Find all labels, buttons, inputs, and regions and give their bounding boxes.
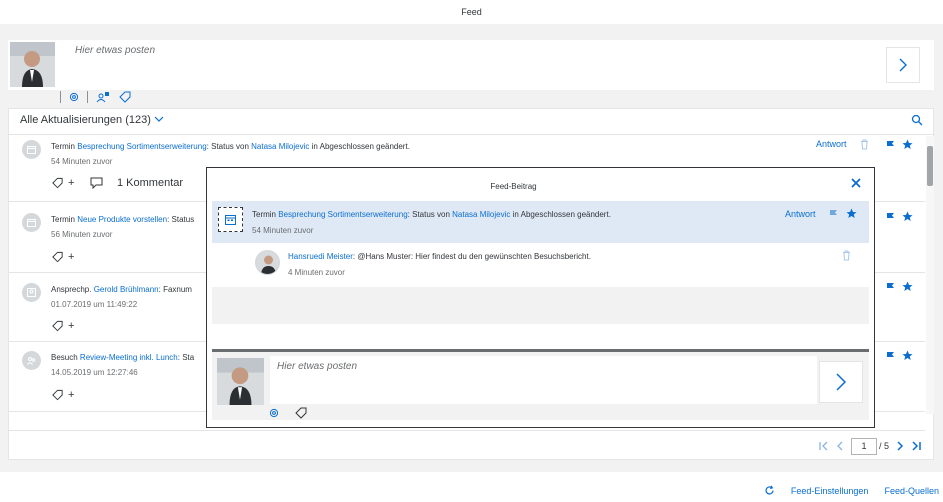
flag-icon[interactable] (886, 212, 895, 222)
feed-item-time: 14.05.2019 um 12:27:46 (51, 368, 138, 377)
refresh-icon[interactable] (764, 485, 775, 496)
avatar (10, 42, 55, 87)
tag-icon (52, 251, 63, 263)
flag-icon[interactable] (829, 209, 838, 219)
divider (9, 430, 925, 431)
feed-item-text: Termin Besprechung Sortimentserweiterung… (51, 142, 410, 151)
comment-author-link[interactable]: Hansruedi Meister (288, 252, 353, 261)
delete-icon[interactable] (860, 139, 869, 150)
feed-item-subject-link[interactable]: Besprechung Sortimentserweiterung (77, 142, 206, 151)
feed-sources-link[interactable]: Feed-Quellen (884, 486, 939, 496)
tag-icon (52, 320, 63, 332)
add-tag-button[interactable]: + (51, 320, 74, 332)
dialog-post-text: Termin Besprechung Sortimentserweiterung… (252, 210, 611, 219)
reply-link[interactable]: Antwort (816, 139, 847, 149)
dialog-post (212, 201, 869, 243)
tag-icon[interactable] (294, 407, 308, 419)
appointment-icon (22, 140, 41, 159)
previous-page-icon[interactable] (836, 441, 843, 451)
feed-filter-label: Alle Aktualisierungen (20, 114, 123, 126)
avatar (255, 250, 280, 275)
flag-icon[interactable] (886, 282, 895, 292)
dialog-comment-text: Hansruedi Meister: @Hans Muster: Hier fi… (288, 252, 591, 261)
appointment-icon (22, 213, 41, 232)
dialog-title: Feed-Beitrag (490, 182, 537, 191)
star-icon[interactable] (902, 139, 913, 150)
add-tag-button[interactable]: + (51, 251, 74, 263)
page-total: / 5 (878, 441, 889, 451)
page-number-input[interactable]: 1 (850, 437, 877, 455)
feed-item-subject-link[interactable]: Neue Produkte vorstellen (77, 215, 167, 224)
feed-item-time: 01.07.2019 um 11:49:22 (51, 300, 138, 309)
dialog-input-placeholder: Hier etwas posten (277, 361, 358, 372)
add-tag-button[interactable]: + (51, 389, 74, 401)
tag-icon (52, 389, 63, 401)
dialog-comment-time: 4 Minuten zuvor (288, 268, 345, 277)
delete-icon[interactable] (842, 250, 851, 261)
dialog-spacer (212, 287, 869, 324)
chevron-down-icon[interactable] (154, 115, 164, 123)
feed-item-person-link[interactable]: Natasa Milojevic (251, 142, 309, 151)
tag-icon (52, 177, 63, 189)
close-icon[interactable] (851, 178, 861, 188)
flag-icon[interactable] (886, 351, 895, 361)
feed-item-time: 56 Minuten zuvor (51, 230, 113, 239)
chevron-right-icon (899, 58, 907, 72)
page-title: Feed (461, 7, 482, 17)
composer-toolbar (60, 89, 132, 105)
avatar (217, 358, 264, 405)
feed-filter-dropdown[interactable]: Alle Aktualisierungen (123) (20, 114, 151, 126)
star-icon[interactable] (846, 208, 857, 219)
tag-icon[interactable] (118, 91, 132, 103)
dialog-reply-link[interactable]: Antwort (785, 209, 816, 219)
add-tag-button[interactable]: + (51, 177, 74, 189)
dialog-comment (212, 243, 869, 287)
next-page-icon[interactable] (897, 441, 904, 451)
last-page-icon[interactable] (912, 441, 921, 451)
visibility-icon[interactable] (96, 91, 110, 103)
star-icon[interactable] (902, 281, 913, 292)
appointment-icon (218, 207, 243, 232)
feed-item-text: Besuch Review-Meeting inkl. Lunch: Sta (51, 353, 195, 362)
pagination: 1 / 5 (819, 437, 921, 455)
star-icon[interactable] (902, 211, 913, 222)
send-button[interactable] (886, 47, 920, 83)
feed-item-text: Termin Neue Produkte vorstellen: Status (51, 215, 195, 224)
star-icon[interactable] (902, 350, 913, 361)
search-icon[interactable] (911, 114, 923, 126)
chevron-right-icon (836, 373, 847, 391)
dialog-post-subject-link[interactable]: Besprechung Sortimentserweiterung (278, 210, 407, 219)
comment-icon (90, 177, 103, 189)
scrollbar-thumb[interactable] (927, 146, 933, 186)
dialog-post-time: 54 Minuten zuvor (252, 226, 314, 235)
post-input[interactable] (68, 42, 930, 88)
dialog-post-person-link[interactable]: Natasa Milojevic (452, 210, 510, 219)
comment-button[interactable]: 1 Kommentar (90, 177, 183, 189)
mention-icon[interactable] (269, 408, 279, 418)
footer-actions: Feed-Einstellungen Feed-Quellen (764, 485, 939, 496)
feed-count: (123) (125, 114, 151, 126)
feed-item-time: 54 Minuten zuvor (51, 157, 113, 166)
visit-icon (22, 351, 41, 370)
dialog-send-button[interactable] (819, 361, 863, 403)
feed-item-text: Ansprechp. Gerold Brühlmann: Faxnum (51, 285, 192, 294)
mention-icon[interactable] (69, 92, 79, 102)
flag-icon[interactable] (886, 140, 895, 150)
feed-item-subject-link[interactable]: Review-Meeting inkl. Lunch (80, 353, 178, 362)
post-input-placeholder: Hier etwas posten (75, 45, 156, 56)
first-page-icon[interactable] (819, 441, 828, 451)
contact-icon (22, 283, 41, 302)
feed-item-subject-link[interactable]: Gerold Brühlmann (94, 285, 159, 294)
feed-settings-link[interactable]: Feed-Einstellungen (791, 486, 869, 496)
